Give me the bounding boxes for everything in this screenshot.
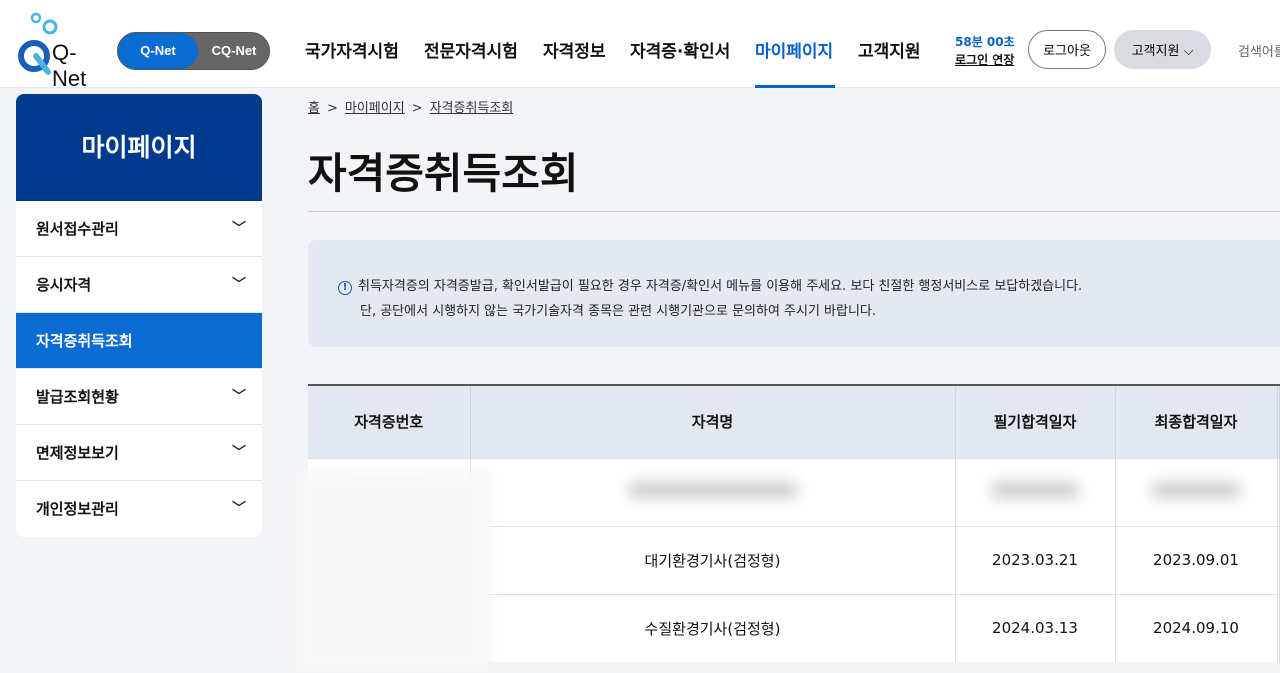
cell-redacted [955, 457, 1116, 526]
search-input[interactable]: 검색어를 [1238, 41, 1280, 60]
notice-box: ! 취득자격증의 자격증발급, 확인서발급이 필요한 경우 자격증/확인서 메뉴를… [308, 240, 1280, 347]
nav-professional-exam[interactable]: 전문자격시험 [424, 37, 518, 62]
table-header: 자격증번호 자격명 필기합격일자 최종합격일자 [308, 385, 1280, 458]
sidebar-item-exemption[interactable]: 면제정보보기 ﹀ [16, 425, 262, 481]
nav-national-exam[interactable]: 국가자격시험 [305, 37, 399, 62]
toggle-qnet[interactable]: Q-Net [118, 33, 198, 69]
cell-final-date: 2024.09.10 [1115, 593, 1278, 662]
nav-mypage[interactable]: 마이페이지 [755, 37, 833, 62]
cell-extra [1277, 457, 1280, 526]
col-written-pass-date: 필기합격일자 [955, 385, 1116, 458]
logo-text: Q-Net [52, 40, 87, 91]
cell-final-date: 2023.09.01 [1115, 525, 1278, 594]
sidebar-item-certificate-lookup[interactable]: 자격증취득조회 [16, 313, 262, 369]
cell-cert-name: 수질환경기사(검정형) [470, 593, 956, 662]
nav-qualification-info[interactable]: 자격정보 [543, 37, 606, 62]
sidebar-item-label: 자격증취득조회 [36, 332, 133, 350]
chevron-down-icon: ﹀ [232, 501, 246, 517]
cell-cert-name: 대기환경기사(검정형) [470, 525, 956, 594]
sidebar-item-label: 원서접수관리 [36, 220, 119, 238]
sidebar-item-label: 면제정보보기 [36, 444, 119, 462]
sidebar-item-application[interactable]: 원서접수관리 ﹀ [16, 201, 262, 257]
toggle-cqnet[interactable]: CQ-Net [198, 33, 270, 69]
cell-redacted [470, 457, 956, 526]
site-toggle[interactable]: Q-Net CQ-Net [117, 32, 270, 70]
session-timer: 58분 00초 [955, 35, 1015, 49]
divider [308, 211, 1280, 212]
redaction-blur [296, 470, 491, 670]
sidebar-item-label: 개인정보관리 [36, 500, 119, 518]
chevron-down-icon: ﹀ [232, 221, 246, 237]
nav-certificate[interactable]: 자격증·확인서 [630, 37, 730, 62]
cell-extra [1277, 525, 1280, 594]
col-cert-number: 자격증번호 [308, 385, 471, 458]
chevron-down-icon: ⌵ [1183, 44, 1194, 59]
sidebar-item-issuance-status[interactable]: 발급조회현황 ﹀ [16, 369, 262, 425]
notice-line: 단, 공단에서 시행하지 않는 국가기술자격 종목은 관련 시행기관으로 문의하… [360, 304, 877, 319]
qnet-logo[interactable]: Q-Net [16, 12, 106, 91]
logout-button[interactable]: 로그아웃 [1028, 30, 1106, 69]
sidebar-item-label: 응시자격 [36, 276, 92, 294]
info-icon: ! [338, 281, 352, 295]
breadcrumb-current[interactable]: 자격증취득조회 [430, 101, 514, 116]
page-title: 자격증취득조회 [308, 149, 579, 198]
col-cert-name: 자격명 [470, 385, 956, 458]
nav-support[interactable]: 고객지원 [858, 37, 921, 62]
sidebar-title: 마이페이지 [16, 94, 262, 201]
col-extra [1277, 385, 1280, 458]
breadcrumb: 홈 > 마이페이지 > 자격증취득조회 [308, 101, 514, 116]
sidebar-item-personal-info[interactable]: 개인정보관리 ﹀ [16, 481, 262, 537]
breadcrumb-home[interactable]: 홈 [308, 101, 320, 116]
chevron-down-icon: ﹀ [232, 389, 246, 405]
col-final-pass-date: 최종합격일자 [1115, 385, 1278, 458]
cell-written-date: 2023.03.21 [955, 525, 1116, 594]
top-header: Q-Net Q-Net CQ-Net 국가자격시험 전문자격시험 자격정보 자격… [0, 0, 1280, 91]
extend-login-link[interactable]: 로그인 연장 [955, 51, 1014, 68]
cell-extra [1277, 593, 1280, 662]
support-dropdown[interactable]: 고객지원 ⌵ [1114, 30, 1211, 69]
notice-line: 취득자격증의 자격증발급, 확인서발급이 필요한 경우 자격증/확인서 메뉴를 … [358, 279, 1083, 294]
active-nav-indicator [755, 85, 835, 88]
sidebar-item-label: 발급조회현황 [36, 388, 119, 406]
support-label: 고객지원 [1131, 44, 1180, 59]
sidebar-item-eligibility[interactable]: 응시자격 ﹀ [16, 257, 262, 313]
chevron-down-icon: ﹀ [232, 445, 246, 461]
cell-redacted [1115, 457, 1278, 526]
breadcrumb-mypage[interactable]: 마이페이지 [345, 101, 405, 116]
cell-written-date: 2024.03.13 [955, 593, 1116, 662]
sidebar: 마이페이지 원서접수관리 ﹀ 응시자격 ﹀ 자격증취득조회 발급조회현황 ﹀ 면제정보… [16, 94, 262, 537]
chevron-down-icon: ﹀ [232, 277, 246, 293]
